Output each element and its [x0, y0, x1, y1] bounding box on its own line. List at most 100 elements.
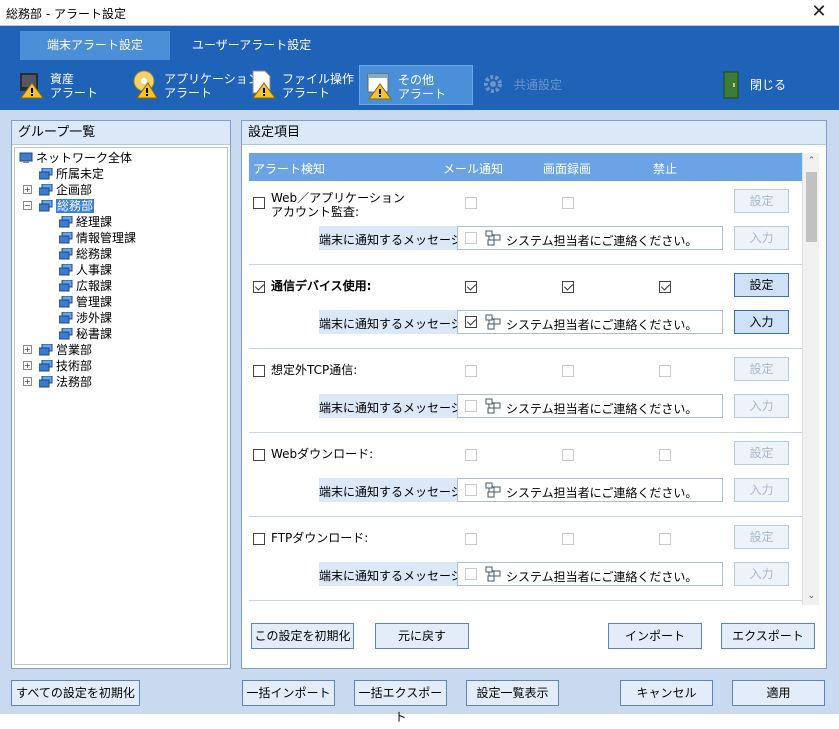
- application-alert-button[interactable]: アプリケーション アラート: [126, 65, 260, 105]
- other-alert-label: その他: [398, 73, 435, 87]
- tree-node-legal[interactable]: + 法務部: [23, 374, 92, 390]
- scroll-thumb[interactable]: [806, 172, 817, 242]
- file-operation-alert-button[interactable]: ファイル操作 アラート: [244, 65, 354, 105]
- settings-list-button[interactable]: 設定一覧表示: [466, 680, 559, 706]
- mail-notify-checkbox[interactable]: [465, 533, 477, 545]
- collapse-icon[interactable]: −: [23, 201, 32, 210]
- settings-button[interactable]: 設定: [734, 441, 789, 465]
- settings-button[interactable]: 設定: [734, 273, 789, 297]
- close-window-icon[interactable]: ✕: [807, 1, 831, 23]
- detect-checkbox[interactable]: [253, 281, 265, 293]
- reset-settings-button[interactable]: この設定を初期化: [251, 623, 354, 649]
- scroll-down-icon[interactable]: ⌄: [803, 588, 820, 605]
- file-operation-alert-label: ファイル操作: [282, 72, 355, 86]
- screen-record-checkbox[interactable]: [562, 197, 574, 209]
- message-template-icon: [485, 566, 501, 582]
- export-button[interactable]: エクスポート: [721, 623, 815, 649]
- detect-checkbox[interactable]: [253, 533, 265, 545]
- expand-icon[interactable]: +: [23, 345, 32, 354]
- screen-record-checkbox[interactable]: [562, 533, 574, 545]
- cancel-button[interactable]: キャンセル: [620, 680, 713, 706]
- tree-node-general-affairs[interactable]: − 総務部: [23, 198, 95, 214]
- tree-node-engineering[interactable]: + 技術部: [23, 358, 92, 374]
- message-checkbox[interactable]: [465, 316, 477, 328]
- tree-node-label: 総務課: [76, 247, 113, 261]
- apply-button[interactable]: 適用: [732, 680, 825, 706]
- screen-record-checkbox[interactable]: [562, 365, 574, 377]
- reset-all-button[interactable]: すべての設定を初期化: [11, 680, 140, 706]
- network-icon: [19, 152, 33, 163]
- tree-node-network-all[interactable]: ネットワーク全体: [19, 150, 132, 166]
- detect-checkbox[interactable]: [253, 449, 265, 461]
- mail-notify-checkbox[interactable]: [465, 281, 477, 293]
- message-field[interactable]: システム担当者にご連絡ください。: [457, 394, 723, 418]
- message-field[interactable]: システム担当者にご連絡ください。: [457, 562, 723, 586]
- message-field[interactable]: システム担当者にご連絡ください。: [457, 310, 723, 334]
- screen-record-checkbox[interactable]: [562, 281, 574, 293]
- message-checkbox[interactable]: [465, 232, 477, 244]
- setting-label: FTPダウンロード:: [271, 531, 369, 545]
- import-button[interactable]: インポート: [608, 623, 702, 649]
- scroll-up-icon[interactable]: ⌃: [803, 153, 820, 170]
- message-checkbox[interactable]: [465, 484, 477, 496]
- bulk-export-button[interactable]: 一括エクスポート: [354, 680, 447, 724]
- detect-checkbox[interactable]: [253, 197, 265, 209]
- tree-node-unassigned[interactable]: 所属未定: [39, 166, 104, 182]
- message-label: 端末に通知するメッセージ:: [319, 401, 467, 415]
- tree-node-secretary[interactable]: 秘書課: [59, 326, 112, 342]
- tree-node-planning[interactable]: + 企画部: [23, 182, 92, 198]
- asset-alert-button[interactable]: 資産 アラート: [12, 65, 122, 105]
- tree-node-info-management[interactable]: 情報管理課: [59, 230, 136, 246]
- message-bar: 端末に通知するメッセージ: システム担当者にご連絡ください。: [319, 310, 723, 334]
- settings-scrollbar[interactable]: ⌃ ⌄: [802, 153, 819, 605]
- message-field[interactable]: システム担当者にご連絡ください。: [457, 478, 723, 502]
- expand-icon[interactable]: +: [23, 361, 32, 370]
- setting-label: 通信デバイス使用:: [271, 279, 372, 293]
- tree-node-label: 渉外課: [76, 311, 113, 325]
- tree-node-pr[interactable]: 広報課: [59, 278, 112, 294]
- input-button[interactable]: 入力: [734, 478, 789, 502]
- close-button[interactable]: 閉じる: [716, 65, 796, 105]
- file-operation-alert-sublabel: アラート: [282, 86, 331, 100]
- mail-notify-checkbox[interactable]: [465, 197, 477, 209]
- message-label: 端末に通知するメッセージ:: [319, 233, 467, 247]
- expand-icon[interactable]: +: [23, 377, 32, 386]
- settings-button[interactable]: 設定: [734, 525, 789, 549]
- ban-checkbox[interactable]: [659, 365, 671, 377]
- tree-node-label: 総務部: [56, 199, 95, 213]
- tree-node-label: 経理課: [76, 215, 113, 229]
- message-checkbox[interactable]: [465, 400, 477, 412]
- message-checkbox[interactable]: [465, 568, 477, 580]
- mail-notify-checkbox[interactable]: [465, 449, 477, 461]
- alert-settings-window: 総務部 - アラート設定 ✕ 端末アラート設定 ユーザーアラート設定 資産 アラー…: [0, 0, 839, 724]
- settings-button[interactable]: 設定: [734, 357, 789, 381]
- input-button[interactable]: 入力: [734, 562, 789, 586]
- revert-button[interactable]: 元に戻す: [375, 623, 469, 649]
- mail-notify-checkbox[interactable]: [465, 365, 477, 377]
- input-button[interactable]: 入力: [734, 226, 789, 250]
- tree-node-external-affairs[interactable]: 渉外課: [59, 310, 112, 326]
- group-panel: グループ一覧 ネットワーク全体 所属未定 + 企画部 − 総務部 経理課 情報管理課…: [11, 120, 231, 669]
- tab-user-alert[interactable]: ユーザーアラート設定: [180, 31, 323, 60]
- tree-node-accounting[interactable]: 経理課: [59, 214, 112, 230]
- tree-node-sales[interactable]: + 営業部: [23, 342, 92, 358]
- other-alert-button[interactable]: その他 アラート: [359, 65, 473, 105]
- ban-checkbox[interactable]: [659, 533, 671, 545]
- expand-icon[interactable]: +: [23, 185, 32, 194]
- setting-label: 想定外TCP通信:: [271, 363, 358, 377]
- input-button[interactable]: 入力: [734, 394, 789, 418]
- tab-terminal-alert[interactable]: 端末アラート設定: [20, 31, 170, 60]
- input-button[interactable]: 入力: [734, 310, 789, 334]
- ban-checkbox[interactable]: [659, 449, 671, 461]
- tree-node-hr[interactable]: 人事課: [59, 262, 112, 278]
- other-alert-sublabel: アラート: [398, 87, 447, 101]
- tree-node-general-section[interactable]: 総務課: [59, 246, 112, 262]
- tree-node-admin[interactable]: 管理課: [59, 294, 112, 310]
- message-field[interactable]: システム担当者にご連絡ください。: [457, 226, 723, 250]
- ban-checkbox[interactable]: [659, 281, 671, 293]
- bulk-import-button[interactable]: 一括インポート: [242, 680, 335, 706]
- detect-checkbox[interactable]: [253, 365, 265, 377]
- tree-node-label: 秘書課: [76, 327, 113, 341]
- screen-record-checkbox[interactable]: [562, 449, 574, 461]
- settings-button[interactable]: 設定: [734, 189, 789, 213]
